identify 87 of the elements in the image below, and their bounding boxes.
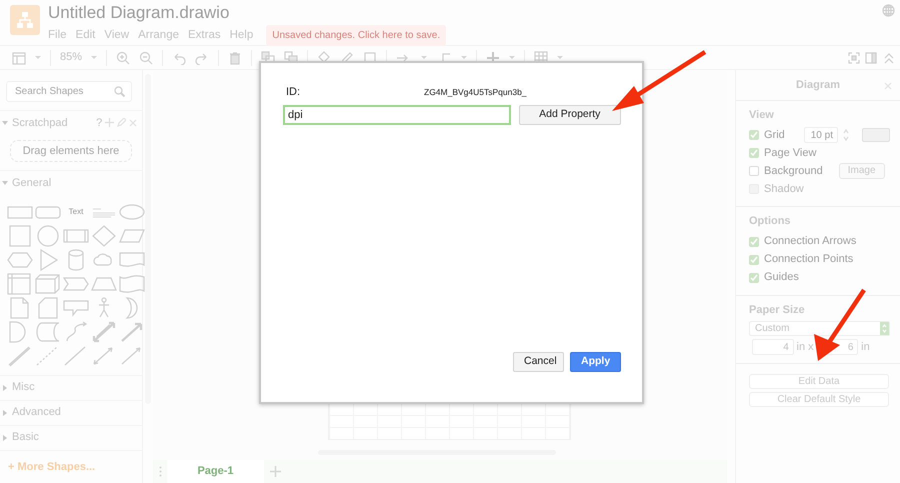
caret-icon[interactable] [35,56,41,60]
option-label: Grid [764,128,785,143]
section-title: Scratchpad [12,116,68,131]
plus-icon[interactable] [105,118,114,128]
close-icon[interactable] [128,118,136,127]
collapsed-caret-icon[interactable] [2,384,8,391]
panel-icon[interactable] [865,52,877,64]
width-field[interactable]: 4 [752,339,794,355]
spinner-icon [882,324,887,333]
caret-icon[interactable] [91,56,98,60]
diamond-icon[interactable] [91,224,117,247]
section-header[interactable]: Advanced [0,400,142,425]
grid-color-swatch[interactable] [862,128,890,142]
arrow-icon[interactable] [119,320,145,343]
checkbox[interactable] [749,236,759,246]
fullscreen-icon[interactable] [848,52,860,64]
search-box[interactable]: Search Shapes [6,81,132,102]
document-title[interactable]: Untitled Diagram.drawio [48,3,446,23]
internal-storage-icon[interactable] [7,272,33,295]
checkbox[interactable] [749,130,759,140]
tape-icon[interactable] [119,272,145,295]
double-arrow-icon[interactable] [91,320,117,343]
section-title: Basic [12,430,39,446]
unit-label: in x [796,340,814,355]
menu-item[interactable]: File [48,26,67,44]
checkbox[interactable] [749,148,759,158]
option-label: Connection Points [764,252,854,268]
page-tab[interactable]: Page-1 [167,460,264,483]
unsaved-notice[interactable]: Unsaved changes. Click here to save. [266,25,446,46]
menu-item[interactable]: View [104,26,130,44]
spinner-icon[interactable] [843,128,849,142]
stored-data-icon[interactable] [35,320,61,343]
option-label: Page View [764,146,816,161]
checkbox[interactable] [749,272,759,282]
zoom-in-icon[interactable] [116,50,130,64]
menu-item[interactable]: Extras [188,26,221,44]
add-property-button[interactable]: Add Property [518,105,621,125]
option-label: Shadow [764,182,804,197]
cancel-button[interactable]: Cancel [513,352,564,372]
drop-zone[interactable]: Drag elements here [10,140,132,162]
collapsed-caret-icon[interactable] [2,434,8,441]
option-label: Connection Arrows [764,234,856,250]
zoom-out-icon[interactable] [139,50,154,64]
redo-icon[interactable] [195,50,210,64]
search-icon[interactable] [114,86,125,97]
property-name-field[interactable]: dpi [283,105,511,125]
unit-label: in [861,340,870,355]
undo-icon[interactable] [172,50,186,64]
more-shapes-link[interactable]: + More Shapes... [0,450,142,483]
globe-icon[interactable] [882,4,894,18]
help-link[interactable]: ? [96,114,102,132]
paper-size-select[interactable]: Custom [749,321,890,336]
option-label: Background [764,164,823,179]
layout-icon[interactable] [12,50,26,64]
section-title: General [12,176,52,190]
app-logo-icon [10,5,40,35]
apply-button[interactable]: Apply [570,352,621,372]
section-header[interactable]: Misc [0,374,142,400]
id-label: ID: [285,84,302,100]
section-header[interactable]: Basic [0,424,142,450]
text-shape[interactable]: Text [68,206,84,218]
cube-icon[interactable] [35,272,61,295]
expanded-caret-icon[interactable] [2,120,8,126]
collapse-icon[interactable] [882,52,894,64]
double-line-icon[interactable] [7,344,33,367]
expanded-caret-icon[interactable] [2,180,8,186]
collapsed-caret-icon[interactable] [2,410,8,416]
section-title: Misc [12,380,35,396]
circle-icon[interactable] [35,224,61,247]
id-value: ZG4M_BVg4U5TsPqun3b_ [424,86,527,98]
menu-item[interactable]: Edit [76,26,96,44]
grid-size-field[interactable]: 10 pt [804,127,838,143]
checkbox[interactable] [749,166,759,176]
square-icon[interactable] [7,224,33,247]
add-page-icon[interactable] [270,466,280,477]
checkbox[interactable] [749,254,759,264]
close-icon[interactable] [884,82,892,90]
menu-item[interactable]: Help [230,26,254,44]
section-title: Advanced [12,405,61,420]
section-header[interactable]: General [0,170,142,195]
section-header[interactable]: Scratchpad ? [0,110,142,135]
pencil-icon[interactable] [116,118,126,128]
option-label: Guides [764,270,799,286]
zoom-level[interactable]: 85% [60,49,82,66]
search-field[interactable]: Search Shapes [13,82,114,100]
trash-icon[interactable] [228,50,242,64]
menu-item[interactable]: Arrange [138,26,179,44]
